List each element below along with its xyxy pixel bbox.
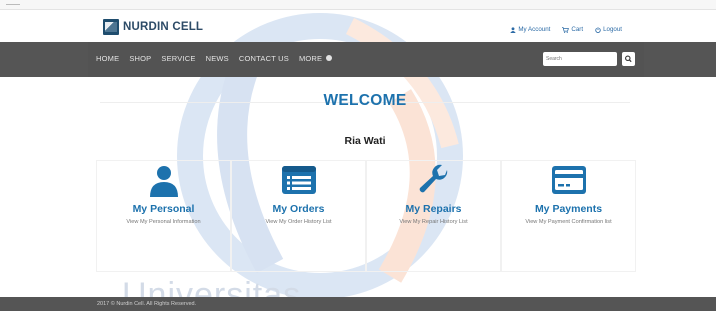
card-my-personal[interactable]: My Personal View My Personal Information [96,160,231,272]
nav-contact-us[interactable]: CONTACT US [239,54,289,63]
nav-news[interactable]: NEWS [206,54,229,63]
person-icon [149,166,178,197]
logo-image-icon [103,19,119,35]
browser-top-strip [0,0,716,10]
site-header: NURDIN CELL My Account Cart Logout [0,10,716,42]
user-icon [510,26,517,33]
dashboard-cards: My Personal View My Personal Information… [96,160,636,272]
card-title: My Repairs [405,203,462,215]
card-title: My Payments [534,203,603,215]
logout-link[interactable]: Logout [595,26,622,33]
nav-menu: HOME SHOP SERVICE NEWS CONTACT US MORE [96,54,332,63]
my-account-label: My Account [518,26,551,33]
nav-more-label: MORE [298,54,323,63]
card-description: View My Personal Information [126,219,201,225]
search-button[interactable] [622,52,635,66]
card-title: My Orders [272,203,325,215]
card-my-payments[interactable]: My Payments View My Payment Confirmation… [501,160,636,272]
wrench-icon [419,164,447,193]
card-my-orders[interactable]: My Orders View My Order History List [231,160,366,272]
nav-more[interactable]: MORE [299,54,332,63]
my-account-link[interactable]: My Account [510,26,550,33]
search-icon [625,55,632,63]
list-icon [281,166,316,194]
brand-name: NURDIN CELL [123,21,204,33]
account-links: My Account Cart Logout [510,26,622,33]
chevron-down-circle-icon [325,55,332,62]
cart-link[interactable]: Cart [562,26,583,33]
credit-card-icon [551,166,586,194]
tab-indicator [6,4,20,5]
nav-home[interactable]: HOME [96,54,119,63]
card-description: View My Repair History List [399,219,468,225]
nav-shop[interactable]: SHOP [129,54,151,63]
card-my-repairs[interactable]: My Repairs View My Repair History List [366,160,501,272]
navbar-left-fill [0,42,88,77]
search-input[interactable] [543,52,617,66]
footer-copyright: 2017 © Nurdin Cell. All Rights Reserved. [97,301,197,307]
main-navbar: HOME SHOP SERVICE NEWS CONTACT US MORE [88,42,644,77]
card-title: My Personal [132,203,195,215]
card-description: View My Payment Confirmation list [525,219,612,225]
brand-logo[interactable]: NURDIN CELL [103,19,203,35]
welcome-heading: WELCOME [323,92,407,109]
logout-label: Logout [603,26,622,33]
card-description: View My Order History List [265,219,332,225]
site-footer: 2017 © Nurdin Cell. All Rights Reserved. [0,297,716,311]
navbar-right-fill [644,42,716,77]
power-icon [595,26,601,33]
user-name: Ria Wati [344,135,386,147]
cart-icon [562,26,570,33]
cart-label: Cart [571,26,584,33]
nav-service[interactable]: SERVICE [161,54,195,63]
